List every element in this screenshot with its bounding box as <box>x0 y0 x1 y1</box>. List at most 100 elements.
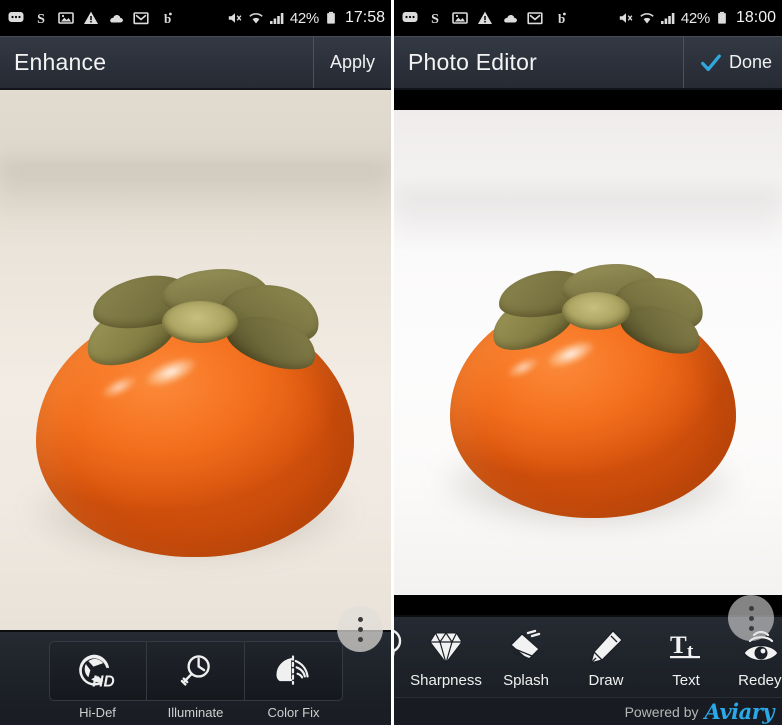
enhance-tile-label-illuminate: Illuminate <box>167 705 224 720</box>
overflow-menu-icon <box>357 626 363 632</box>
calyx-hub <box>562 292 630 330</box>
mute-icon <box>619 13 633 23</box>
effects-toolbar: lor Sharpness <box>394 615 782 725</box>
gmail-icon <box>133 12 149 25</box>
overflow-menu-button-right[interactable] <box>728 595 774 641</box>
done-button[interactable]: Done <box>682 37 782 88</box>
status-bar-left: S b 42% 17:58 <box>0 0 391 36</box>
status-bar-right: S b 42% 18:00 <box>394 0 782 36</box>
diamond-icon <box>429 631 463 666</box>
enhance-tile-labels: Hi-Def Illuminate Color Fix <box>0 705 391 721</box>
enhance-tile-illuminate[interactable] <box>146 641 245 701</box>
apply-button[interactable]: Apply <box>312 37 391 88</box>
persimmon-calyx <box>484 264 709 366</box>
enhance-tile-label-hi-def: Hi-Def <box>79 705 116 720</box>
effect-text[interactable]: T t Text <box>646 627 726 693</box>
hd-aperture-icon: HD <box>78 654 114 690</box>
svg-text:S: S <box>431 12 439 26</box>
color-fix-icon <box>276 655 309 685</box>
left-phone-screen: S b 42% 17:58 Enhance Apply HD Hi-Def Il… <box>0 0 391 725</box>
signal-icon <box>660 13 675 24</box>
powered-by-footer: Powered by Aviary <box>394 697 782 725</box>
mute-icon <box>228 13 242 23</box>
effect-label-redeye: Redeye <box>738 672 782 689</box>
lightbulb-icon <box>180 655 210 686</box>
battery-icon <box>327 11 335 24</box>
effect-label-text: Text <box>672 672 700 689</box>
photo-enhanced <box>394 110 782 595</box>
clock: 17:58 <box>344 9 385 26</box>
photo-horizon-line <box>394 188 782 248</box>
warning-icon <box>84 11 98 24</box>
battery-percent: 42% <box>289 9 319 27</box>
dual-screenshot-comparison: S b 42% 17:58 Enhance Apply HD Hi-Def Il… <box>0 0 782 725</box>
enhance-toolbar: HD Hi-Def Illuminate Color Fix <box>0 630 391 725</box>
cloud-icon <box>110 14 123 23</box>
page-title: Photo Editor <box>408 49 537 75</box>
effect-sharpness[interactable]: Sharpness <box>406 627 486 693</box>
text-icon: T t <box>670 632 700 662</box>
overflow-menu-button-left[interactable] <box>337 606 383 652</box>
clock: 18:00 <box>735 9 776 26</box>
effect-color[interactable]: lor <box>394 627 406 693</box>
swype-s-icon: S <box>431 12 439 26</box>
svg-text:t: t <box>687 641 694 662</box>
wifi-icon <box>249 13 263 24</box>
svg-text:HD: HD <box>92 673 114 690</box>
right-phone-screen: S b 42% 18:00 Photo Editor Done Sharpnes… <box>391 0 782 725</box>
effect-draw[interactable]: Draw <box>566 627 646 693</box>
status-notification-icons: S b <box>402 10 618 26</box>
cloud-icon <box>504 14 517 23</box>
aviary-brand-logo: Aviary <box>704 699 775 724</box>
effect-label-splash: Splash <box>503 672 549 689</box>
blogger-icon: b <box>558 11 566 26</box>
photo-canvas-right[interactable] <box>394 90 782 615</box>
persimmon-calyx <box>77 269 325 383</box>
enhance-tile-hi-def[interactable]: HD <box>48 641 147 701</box>
persimmon-fruit <box>450 264 736 518</box>
photo-canvas-left[interactable] <box>0 90 391 630</box>
battery-icon <box>718 11 726 24</box>
done-button-label: Done <box>728 52 772 72</box>
svg-text:T: T <box>670 632 687 659</box>
image-icon <box>58 12 74 24</box>
page-title: Enhance <box>14 49 107 75</box>
svg-text:S: S <box>37 12 45 26</box>
blogger-icon: b <box>164 11 172 26</box>
persimmon-fruit <box>36 269 354 557</box>
effect-label-sharpness: Sharpness <box>410 672 482 689</box>
effect-splash[interactable]: Splash <box>486 627 566 693</box>
swype-s-icon: S <box>37 12 45 26</box>
overflow-menu-icon <box>357 636 363 642</box>
powered-by-label: Powered by <box>624 703 699 720</box>
action-bar-right: Photo Editor Done <box>394 36 782 90</box>
warning-icon <box>478 11 492 24</box>
status-system-icons: 42% 17:58 <box>227 9 385 27</box>
enhance-tile-label-color-fix: Color Fix <box>267 705 320 720</box>
color-icon <box>394 629 402 657</box>
signal-icon <box>269 13 284 24</box>
checkmark-icon <box>701 53 721 71</box>
battery-percent: 42% <box>680 9 710 27</box>
status-system-icons: 42% 18:00 <box>618 9 776 27</box>
enhance-tile-color-fix[interactable] <box>244 641 343 701</box>
calyx-hub <box>162 301 238 343</box>
enhance-tile-group: HD <box>0 632 391 701</box>
wifi-icon <box>640 13 654 24</box>
status-notification-icons: S b <box>8 10 227 26</box>
overflow-menu-icon <box>748 605 754 611</box>
gmail-icon <box>527 12 543 25</box>
photo-horizon-line <box>0 160 391 220</box>
apply-button-label: Apply <box>329 52 375 72</box>
effects-strip[interactable]: lor Sharpness <box>394 619 782 693</box>
image-icon <box>452 12 468 24</box>
overflow-menu-icon <box>357 616 363 622</box>
photo-original <box>0 90 391 630</box>
overflow-menu-icon <box>748 615 754 621</box>
effect-label-draw: Draw <box>588 672 624 689</box>
message-icon <box>402 12 418 22</box>
splash-icon <box>510 629 541 661</box>
action-bar-left: Enhance Apply <box>0 36 391 90</box>
pencil-icon <box>590 630 623 664</box>
message-icon <box>8 12 24 22</box>
